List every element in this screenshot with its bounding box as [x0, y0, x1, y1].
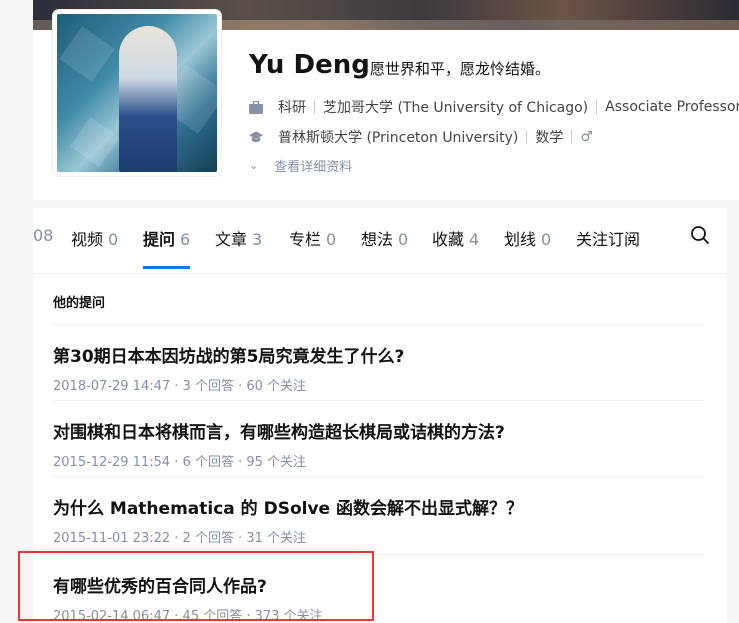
question-meta: 2018-07-29 14:47 · 3 个回答 · 60 个关注 — [53, 379, 307, 394]
divider — [53, 400, 705, 401]
divider — [314, 100, 315, 114]
view-details-link[interactable]: ⌄ 查看详细资料 — [249, 156, 352, 175]
profile-tabs: 08 视频 0 提问 6 文章 3 专栏 0 想法 0 收藏 4 划线 0 关注订阅 — [33, 208, 727, 274]
tab-subscriptions[interactable]: 关注订阅 — [576, 226, 640, 250]
section-title: 他的提问 — [53, 296, 106, 311]
male-icon: ♂ — [580, 129, 593, 145]
divider — [596, 100, 598, 114]
divider — [571, 130, 573, 144]
question-meta: 2015-12-29 11:54 · 6 个回答 · 95 个关注 — [53, 455, 307, 470]
tab-columns[interactable]: 专栏 0 — [289, 226, 336, 250]
view-details-label: 查看详细资料 — [274, 160, 353, 175]
divider — [526, 130, 528, 144]
tab-questions[interactable]: 提问 6 — [143, 226, 191, 269]
school-text: 普林斯顿大学 (Princeton University) — [278, 130, 519, 146]
divider — [53, 324, 705, 325]
divider — [53, 476, 705, 477]
industry-text: 科研 — [278, 100, 306, 116]
tab-collections[interactable]: 收藏 4 — [432, 226, 479, 250]
employment-row: 科研 芝加哥大学 (The University of Chicago) Ass… — [249, 97, 739, 117]
tab-articles[interactable]: 文章 3 — [215, 226, 262, 250]
list-item: 为什么 Mathematica 的 DSolve 函数会解不出显式解？？ 201… — [53, 494, 705, 546]
tab-videos[interactable]: 视频 0 — [71, 226, 118, 250]
question-title[interactable]: 第30期日本本因坊战的第5局究竟发生了什么? — [53, 342, 705, 367]
major-text: 数学 — [535, 130, 564, 146]
profile-headline: 愿世界和平，愿龙怜结婚。 — [370, 60, 551, 78]
profile-name: Yu Deng — [249, 50, 370, 80]
chevron-down-icon: ⌄ — [249, 159, 259, 172]
highlight-box — [18, 551, 374, 621]
question-title[interactable]: 为什么 Mathematica 的 DSolve 函数会解不出显式解？？ — [53, 494, 705, 519]
tab-highlights[interactable]: 划线 0 — [504, 226, 551, 250]
briefcase-icon — [249, 100, 263, 114]
education-row: 普林斯顿大学 (Princeton University) 数学 ♂ — [249, 127, 593, 147]
question-title[interactable]: 对围棋和日本将棋而言，有哪些构造超长棋局或诘棋的方法? — [53, 418, 705, 443]
search-icon[interactable] — [689, 224, 711, 246]
list-item: 对围棋和日本将棋而言，有哪些构造超长棋局或诘棋的方法? 2015-12-29 1… — [53, 418, 705, 470]
question-meta: 2015-11-01 23:22 · 2 个回答 · 31 个关注 — [53, 531, 307, 546]
avatar[interactable] — [53, 10, 221, 176]
tab-pins[interactable]: 想法 0 — [361, 226, 408, 250]
list-item: 第30期日本本因坊战的第5局究竟发生了什么? 2018-07-29 14:47 … — [53, 342, 705, 394]
company-text: 芝加哥大学 (The University of Chicago) — [323, 100, 589, 116]
graduation-cap-icon — [249, 130, 263, 144]
position-text: Associate Professor — [605, 99, 739, 115]
tab-partial[interactable]: 08 — [33, 226, 53, 245]
